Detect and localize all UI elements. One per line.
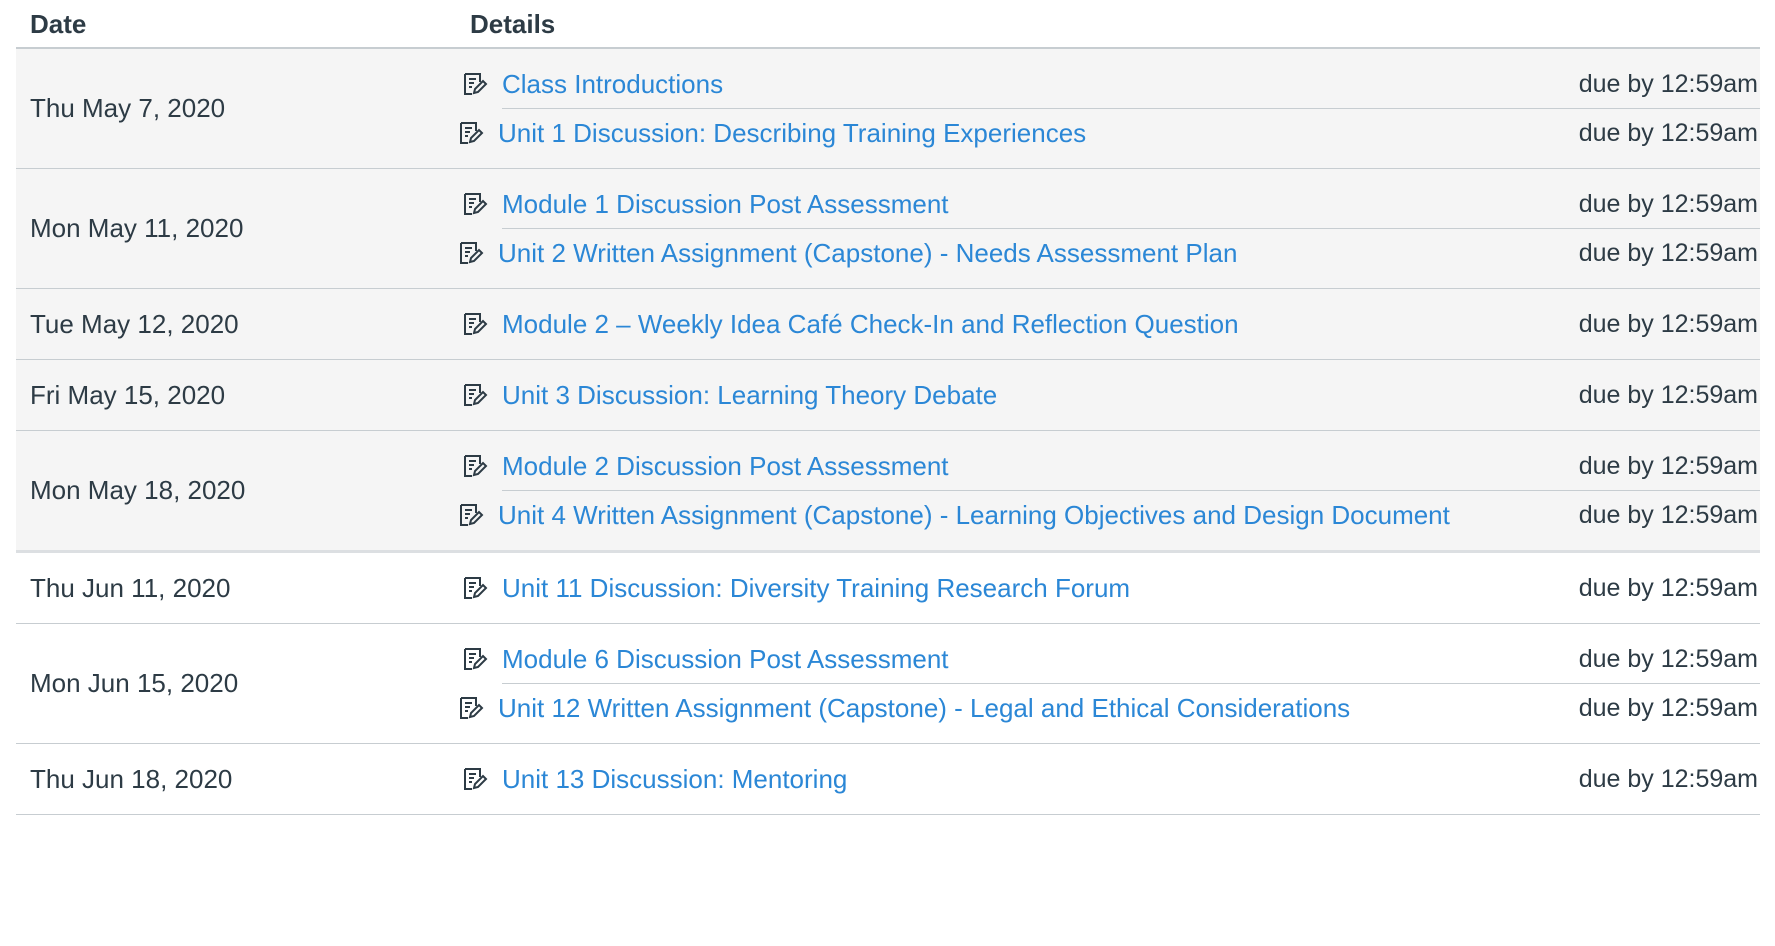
date-cell: Mon May 18, 2020 <box>30 475 246 505</box>
discussion-icon <box>460 310 488 338</box>
item-list: Module 2 Discussion Post Assessment due … <box>456 431 1760 550</box>
item-list: Class Introductions due by 12:59am Unit … <box>456 49 1760 168</box>
date-group: Mon May 11, 2020 Module 1 Discussion Pos… <box>16 169 1760 289</box>
due-time: due by 12:59am <box>1578 309 1758 338</box>
assignment-link[interactable]: Class Introductions <box>502 69 1579 100</box>
due-time: due by 12:59am <box>1578 380 1758 409</box>
item-list: Module 6 Discussion Post Assessment due … <box>456 624 1760 743</box>
assignment-link[interactable]: Unit 4 Written Assignment (Capstone) - L… <box>498 500 1579 531</box>
assignment-link[interactable]: Unit 11 Discussion: Diversity Training R… <box>502 573 1579 604</box>
assignment-link[interactable]: Module 2 – Weekly Idea Café Check-In and… <box>502 309 1579 340</box>
due-time: due by 12:59am <box>1578 693 1758 722</box>
assignment-row: Module 1 Discussion Post Assessment due … <box>456 180 1760 228</box>
due-time: due by 12:59am <box>1578 573 1758 602</box>
date-group: Mon May 18, 2020 Module 2 Discussion Pos… <box>16 431 1760 553</box>
details-column-header: Details <box>470 9 556 39</box>
date-column-header: Date <box>30 9 87 39</box>
discussion-icon <box>460 765 488 793</box>
date-cell: Mon May 11, 2020 <box>30 213 244 243</box>
date-cell: Fri May 15, 2020 <box>30 379 226 410</box>
item-list: Module 1 Discussion Post Assessment due … <box>456 169 1760 288</box>
item-list: Unit 3 Discussion: Learning Theory Debat… <box>456 360 1760 430</box>
due-time: due by 12:59am <box>1578 69 1758 98</box>
due-time: due by 12:59am <box>1578 764 1758 793</box>
date-cell: Mon Jun 15, 2020 <box>30 668 239 698</box>
item-list: Unit 13 Discussion: Mentoring due by 12:… <box>456 744 1760 814</box>
table-header: Date Details <box>16 0 1760 49</box>
date-cell: Thu Jun 18, 2020 <box>30 763 233 794</box>
assignment-link[interactable]: Module 2 Discussion Post Assessment <box>502 451 1579 482</box>
date-group: Tue May 12, 2020 Module 2 – Weekly Idea … <box>16 289 1760 360</box>
due-time: due by 12:59am <box>1578 451 1758 480</box>
assignment-row: Unit 11 Discussion: Diversity Training R… <box>456 564 1760 612</box>
discussion-icon <box>460 574 488 602</box>
assignment-row: Class Introductions due by 12:59am <box>456 60 1760 108</box>
assignment-link[interactable]: Unit 12 Written Assignment (Capstone) - … <box>498 693 1579 724</box>
date-cell: Thu Jun 11, 2020 <box>30 572 231 603</box>
discussion-icon <box>460 190 488 218</box>
item-list: Module 2 – Weekly Idea Café Check-In and… <box>456 289 1760 359</box>
due-time: due by 12:59am <box>1578 644 1758 673</box>
item-list: Unit 11 Discussion: Diversity Training R… <box>456 553 1760 623</box>
assignment-link[interactable]: Unit 3 Discussion: Learning Theory Debat… <box>502 380 1579 411</box>
date-group: Thu Jun 18, 2020 Unit 13 Discussion: Men… <box>16 744 1760 815</box>
assignment-link[interactable]: Unit 2 Written Assignment (Capstone) - N… <box>498 238 1579 269</box>
discussion-icon <box>456 501 484 529</box>
date-group: Mon Jun 15, 2020 Module 6 Discussion Pos… <box>16 624 1760 744</box>
assignment-row: Unit 12 Written Assignment (Capstone) - … <box>460 683 1760 732</box>
discussion-icon <box>460 381 488 409</box>
assignment-row: Unit 2 Written Assignment (Capstone) - N… <box>460 228 1760 277</box>
discussion-icon <box>460 452 488 480</box>
assignment-row: Unit 1 Discussion: Describing Training E… <box>460 108 1760 157</box>
assignment-row: Module 2 Discussion Post Assessment due … <box>456 442 1760 490</box>
date-cell: Thu May 7, 2020 <box>30 93 226 123</box>
discussion-icon <box>456 239 484 267</box>
due-time: due by 12:59am <box>1578 189 1758 218</box>
date-group: Thu May 7, 2020 Class Introductions due … <box>16 49 1760 169</box>
assignment-row: Unit 3 Discussion: Learning Theory Debat… <box>456 371 1760 419</box>
assignment-link[interactable]: Unit 1 Discussion: Describing Training E… <box>498 118 1579 149</box>
due-time: due by 12:59am <box>1578 500 1758 529</box>
date-group: Fri May 15, 2020 Unit 3 Discussion: Lear… <box>16 360 1760 431</box>
assignment-link[interactable]: Module 1 Discussion Post Assessment <box>502 189 1579 220</box>
assignment-row: Unit 13 Discussion: Mentoring due by 12:… <box>456 755 1760 803</box>
date-cell: Tue May 12, 2020 <box>30 308 239 339</box>
discussion-icon <box>456 694 484 722</box>
discussion-icon <box>460 70 488 98</box>
assignment-row: Module 2 – Weekly Idea Café Check-In and… <box>456 300 1760 348</box>
assignment-row: Unit 4 Written Assignment (Capstone) - L… <box>460 490 1760 539</box>
assignment-link[interactable]: Module 6 Discussion Post Assessment <box>502 644 1579 675</box>
discussion-icon <box>456 119 484 147</box>
syllabus-table: Date Details Thu May 7, 2020 Class Intro… <box>16 0 1760 815</box>
discussion-icon <box>460 645 488 673</box>
assignment-row: Module 6 Discussion Post Assessment due … <box>456 635 1760 683</box>
date-group: Thu Jun 11, 2020 Unit 11 Discussion: Div… <box>16 553 1760 624</box>
due-time: due by 12:59am <box>1578 118 1758 147</box>
due-time: due by 12:59am <box>1578 238 1758 267</box>
assignment-link[interactable]: Unit 13 Discussion: Mentoring <box>502 764 1579 795</box>
